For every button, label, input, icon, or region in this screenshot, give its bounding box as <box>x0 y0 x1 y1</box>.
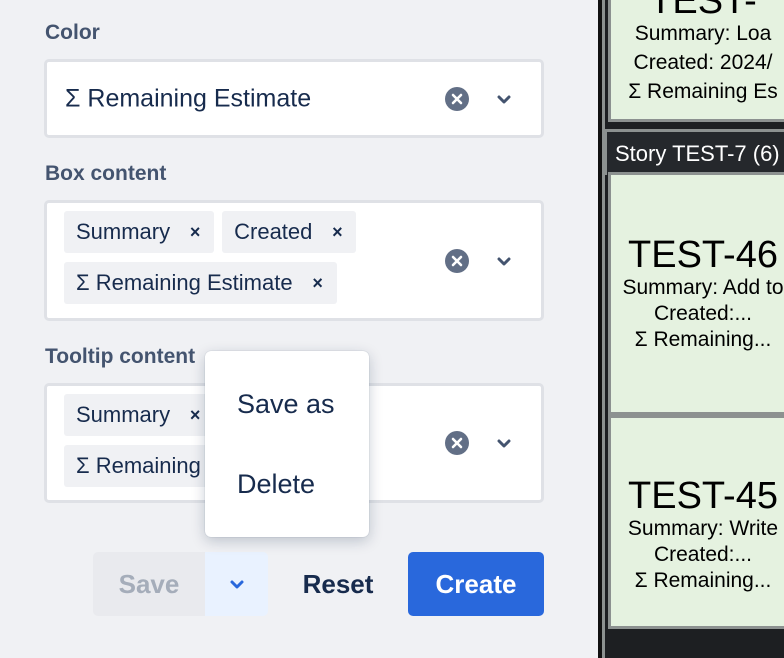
divider <box>602 0 605 658</box>
remove-chip-icon[interactable]: × <box>330 222 344 243</box>
remove-chip-icon[interactable]: × <box>311 273 325 294</box>
treemap-preview: TEST- Summary: Loa Created: 2024/ Σ Rema… <box>594 0 784 658</box>
clear-circle-x-icon[interactable] <box>445 431 469 455</box>
create-button[interactable]: Create <box>408 552 544 616</box>
chip-label: Summary <box>76 402 171 427</box>
card-created: Created:... <box>653 302 753 325</box>
chevron-down-icon[interactable] <box>495 434 513 452</box>
chip-summary: Summary × <box>64 211 215 253</box>
chip-summary: Summary × <box>64 394 215 436</box>
menu-item-save-as[interactable]: Save as <box>205 364 369 444</box>
clear-circle-x-icon[interactable] <box>445 248 469 273</box>
reset-button[interactable]: Reset <box>283 552 393 616</box>
save-options-dropdown-button[interactable] <box>205 552 268 616</box>
chip-created: Created × <box>222 211 357 253</box>
card-title: TEST-45 <box>628 475 778 517</box>
box-content-label: Box content <box>45 162 167 185</box>
color-select-value: Σ Remaining Estimate <box>65 84 312 112</box>
treemap-card[interactable]: TEST- Summary: Loa Created: 2024/ Σ Rema… <box>608 0 784 122</box>
save-button[interactable]: Save <box>93 552 205 616</box>
remove-chip-icon[interactable]: × <box>188 222 202 243</box>
remove-chip-icon[interactable]: × <box>188 405 202 426</box>
card-summary: Summary: Write <box>627 517 779 540</box>
chevron-down-icon <box>230 580 243 589</box>
color-label: Color <box>45 21 100 44</box>
treemap-card[interactable]: TEST-46 Summary: Add to Created:... Σ Re… <box>608 172 784 415</box>
treemap-card[interactable]: TEST-45 Summary: Write Created:... Σ Rem… <box>608 415 784 629</box>
card-title: TEST- <box>649 0 757 22</box>
card-summary: Summary: Add to <box>622 276 784 299</box>
chip-label: Created <box>234 219 313 244</box>
box-content-multiselect[interactable]: Summary × Created × Σ Remaining Estimate… <box>44 200 544 321</box>
card-created: Created:... <box>653 543 753 566</box>
clear-circle-x-icon[interactable] <box>445 86 469 111</box>
tooltip-content-label: Tooltip content <box>45 345 196 368</box>
card-summary: Summary: Loa <box>634 22 772 45</box>
treemap-settings-form: Color Σ Remaining Estimate Box content S… <box>0 0 594 658</box>
card-title: TEST-46 <box>628 234 778 276</box>
color-select[interactable]: Σ Remaining Estimate <box>44 59 544 138</box>
card-created: Created: 2024/ <box>633 51 773 74</box>
box-content-chips: Summary × Created × Σ Remaining Estimate… <box>64 211 404 304</box>
chip-label: Summary <box>76 219 171 244</box>
chip-label: Σ Remaining Estimate <box>76 270 293 295</box>
save-options-menu: Save as Delete <box>205 351 369 537</box>
group-header: Story TEST-7 (6) <box>604 129 784 175</box>
chevron-down-icon[interactable] <box>495 252 513 270</box>
card-remaining-estimate: Σ Remaining... <box>634 328 772 351</box>
card-remaining-estimate: Σ Remaining... <box>634 569 772 592</box>
chip-remaining-estimate: Σ Remaining Estimate × <box>64 262 337 304</box>
menu-item-delete[interactable]: Delete <box>205 444 369 524</box>
chevron-down-icon[interactable] <box>495 90 513 108</box>
card-remaining-estimate: Σ Remaining Es <box>628 80 778 103</box>
